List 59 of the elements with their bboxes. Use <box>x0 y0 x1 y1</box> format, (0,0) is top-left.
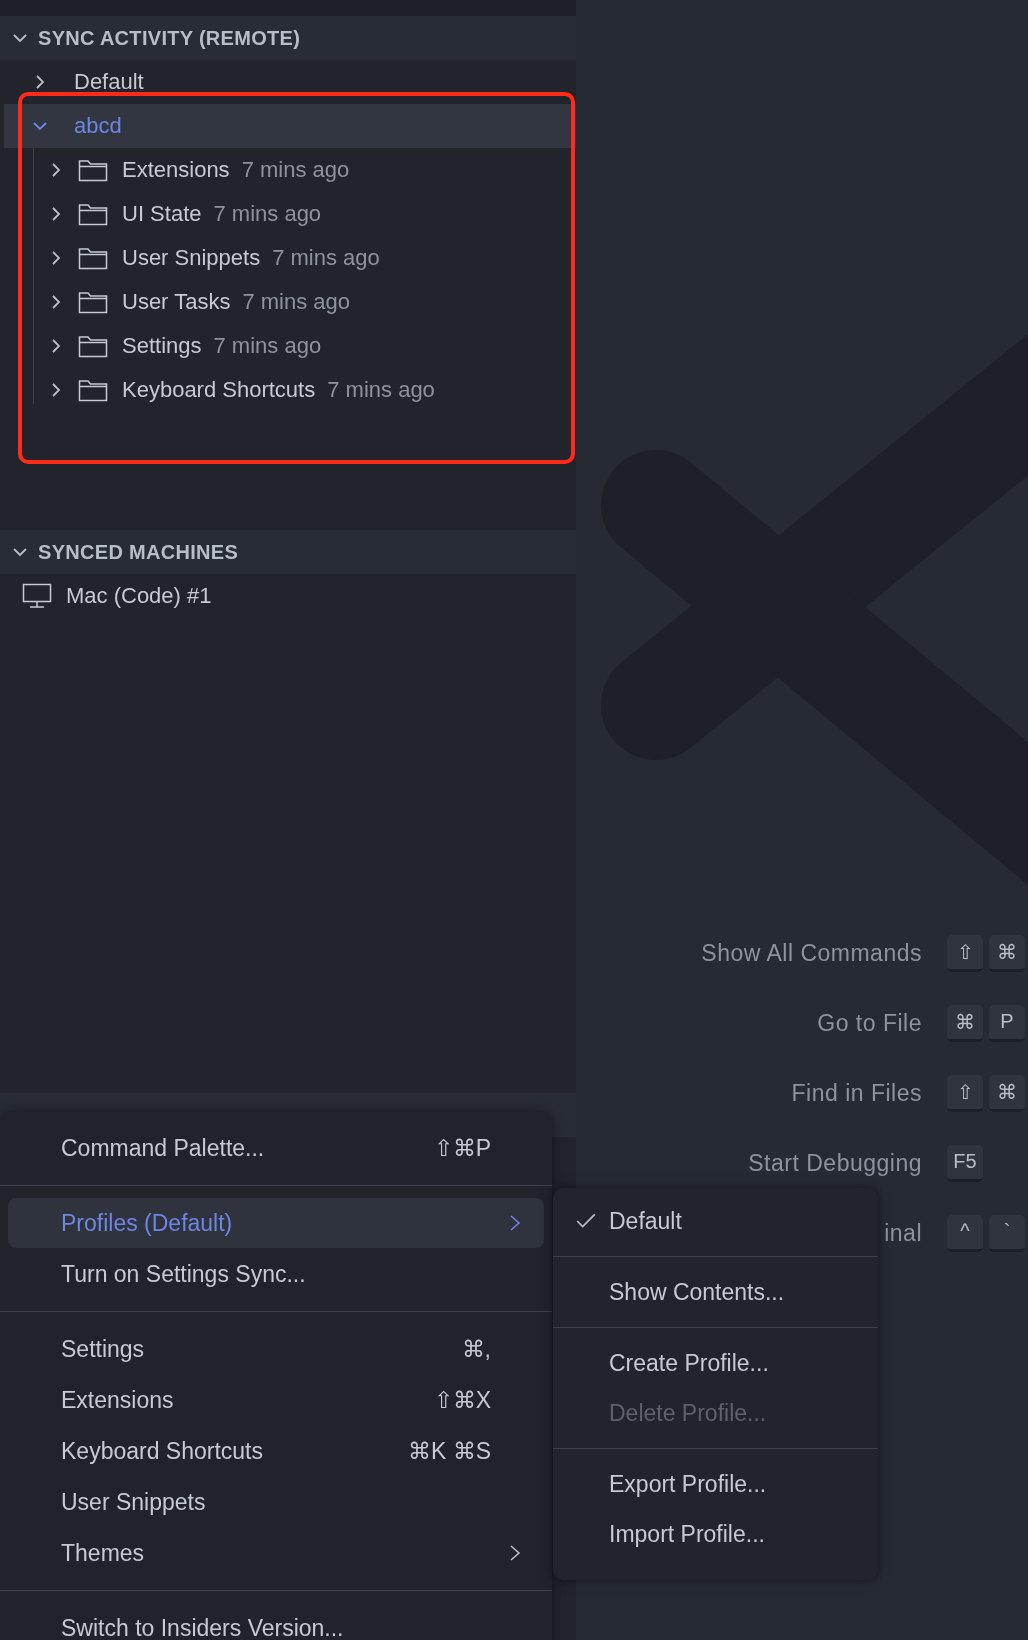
selected-tree-row[interactable]: abcd <box>4 104 576 148</box>
menu-item[interactable]: Export Profile... <box>553 1459 878 1509</box>
folder-icon <box>78 202 108 226</box>
menu-item[interactable]: Import Profile... <box>553 1509 878 1559</box>
menu-item[interactable]: Create Profile... <box>553 1338 878 1388</box>
command-label: Find in Files <box>790 1079 922 1107</box>
folder-icon <box>78 290 108 314</box>
key-cap: F5 <box>947 1144 983 1182</box>
machine-row[interactable]: Mac (Code) #1 <box>0 574 576 618</box>
tree-label: User Tasks <box>122 289 231 315</box>
command-label: Go to File <box>816 1009 922 1037</box>
menu-item[interactable]: Keyboard Shortcuts ⌘K ⌘S <box>8 1426 544 1476</box>
timestamp: 7 mins ago <box>272 245 380 271</box>
tree-label: Extensions <box>122 157 230 183</box>
section-title[interactable]: SYNCED MACHINES <box>38 540 239 564</box>
key-cap: ⌘ <box>947 1004 983 1042</box>
menu-item[interactable]: Default <box>553 1196 878 1246</box>
menu-item[interactable]: Switch to Insiders Version... <box>8 1603 544 1640</box>
timestamp: 7 mins ago <box>213 333 322 359</box>
timestamp: 7 mins ago <box>242 289 351 315</box>
tree-label: User Snippets <box>122 245 261 271</box>
folder-icon <box>78 378 108 402</box>
key-cap: ⇧ <box>947 934 983 972</box>
menu-item[interactable]: Profiles (Default) <box>8 1198 544 1248</box>
tree-label: Keyboard Shortcuts <box>122 377 316 403</box>
folder-icon <box>78 158 108 182</box>
menu-item[interactable]: User Snippets <box>8 1477 544 1527</box>
key-cap: ⌘ <box>989 934 1025 972</box>
tree-row[interactable]: Default <box>0 60 576 104</box>
monitor-icon <box>22 583 52 609</box>
command-label: Start Debugging <box>747 1149 922 1177</box>
menu-item[interactable]: Show Contents... <box>553 1267 878 1317</box>
tree-label: Settings <box>122 333 202 359</box>
tree-row[interactable]: Settings 7 mins ago <box>0 324 576 368</box>
menu-item[interactable]: Turn on Settings Sync... <box>8 1249 544 1299</box>
tree-label: abcd <box>74 113 122 139</box>
timestamp: 7 mins ago <box>213 201 322 227</box>
key-cap: ⌘ <box>989 1074 1025 1112</box>
folder-icon <box>78 246 108 270</box>
menu-item[interactable]: Settings ⌘, <box>8 1324 544 1374</box>
tree-row[interactable]: Extensions 7 mins ago <box>0 148 576 192</box>
menu-item[interactable]: Themes <box>8 1528 544 1578</box>
folder-icon <box>78 334 108 358</box>
tree-row[interactable]: User Snippets 7 mins ago <box>0 236 576 280</box>
machine-label: Mac (Code) #1 <box>66 583 212 609</box>
tree-row[interactable]: User Tasks 7 mins ago <box>0 280 576 324</box>
timestamp: 7 mins ago <box>241 157 350 183</box>
menu-item[interactable]: Extensions ⇧⌘X <box>8 1375 544 1425</box>
menu-item[interactable]: Command Palette... ⇧⌘P <box>8 1123 544 1173</box>
tree-label: Default <box>74 69 144 95</box>
key-cap: P <box>989 1004 1025 1042</box>
tree-row[interactable]: Keyboard Shortcuts 7 mins ago <box>0 368 576 412</box>
timestamp: 7 mins ago <box>327 377 435 403</box>
key-cap: ^ <box>947 1214 983 1252</box>
command-label: Show All Commands <box>700 939 922 967</box>
tree-row[interactable]: UI State 7 mins ago <box>0 192 576 236</box>
key-cap: ⇧ <box>947 1074 983 1112</box>
key-cap: ` <box>989 1214 1025 1252</box>
tree-label: UI State <box>122 201 202 227</box>
